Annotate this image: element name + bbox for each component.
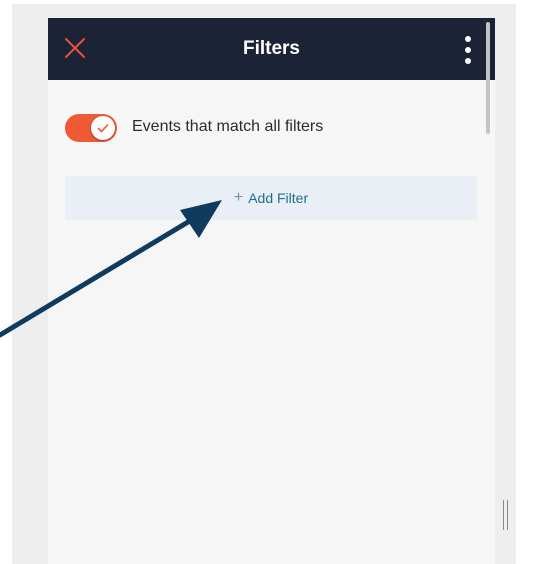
resize-handle[interactable] [503, 500, 509, 530]
filters-panel: Filters [48, 18, 495, 564]
add-filter-label: Add Filter [248, 190, 309, 206]
panel-header: Filters [48, 18, 495, 80]
add-filter-button[interactable]: + Add Filter [65, 176, 477, 220]
scrollbar-thumb[interactable] [486, 22, 490, 134]
toggle-knob [91, 116, 115, 140]
plus-icon: + [233, 189, 244, 206]
toggle-label: Events that match all filters [132, 118, 324, 135]
check-icon [97, 124, 109, 133]
match-all-toggle[interactable] [65, 114, 117, 142]
panel-title: Filters [242, 38, 301, 59]
more-vertical-icon[interactable] [460, 35, 476, 65]
